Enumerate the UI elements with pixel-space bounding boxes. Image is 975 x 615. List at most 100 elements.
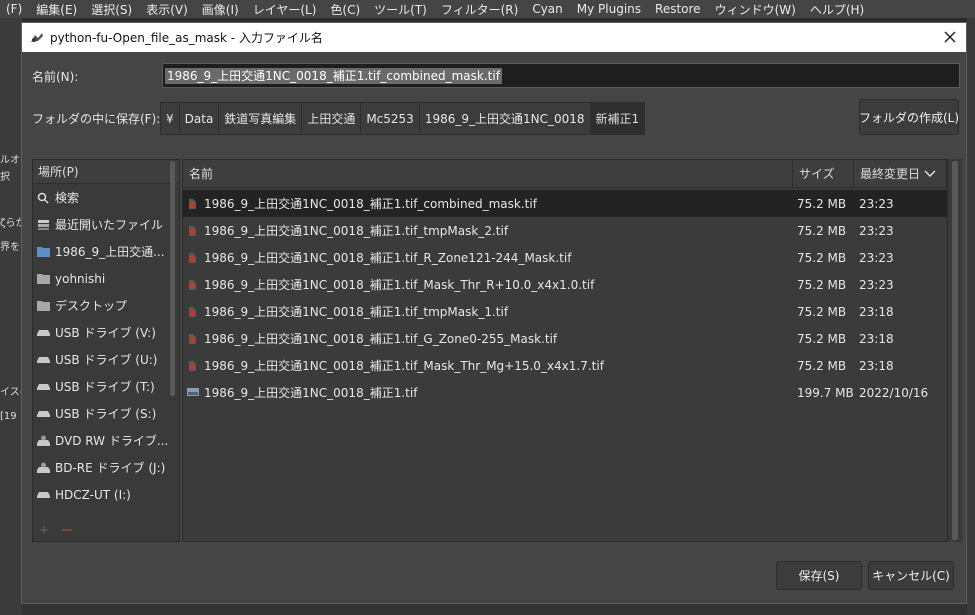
menu-item[interactable]: 表示(V): [146, 1, 188, 18]
file-row[interactable]: 1986_9_上田交通1NC_0018_補正1.tif_tmpMask_2.ti…: [183, 217, 947, 244]
place-item[interactable]: デスクトップ: [33, 292, 179, 319]
dialog-titlebar[interactable]: python-fu-Open_file_as_mask - 入力ファイル名: [22, 23, 966, 52]
menu-item[interactable]: 編集(E): [36, 1, 77, 18]
place-item[interactable]: BD-RE ドライブ (J:): [33, 454, 179, 481]
menubar: (F) 編集(E) 選択(S) 表示(V) 画像(I) レイヤー(L) 色(C) ツール(T)…: [0, 0, 975, 18]
mask-file-icon: [187, 225, 199, 237]
file-list-scrollbar[interactable]: [948, 159, 962, 542]
file-row[interactable]: 1986_9_上田交通1NC_0018_補正1.tif_G_Zone0-255_…: [183, 325, 947, 352]
breadcrumb-item[interactable]: 鉄道写真編集: [218, 102, 302, 135]
save-button[interactable]: 保存(S): [776, 561, 862, 590]
places-footer-icons: [40, 526, 72, 534]
background-toolbox: ルオブ 択 ζらか 界をに イスの [19: [0, 18, 30, 615]
gimp-icon: [31, 32, 43, 42]
place-item[interactable]: USB ドライブ (V:): [33, 319, 179, 346]
file-name-cell: 1986_9_上田交通1NC_0018_補正1.tif_R_Zone121-24…: [187, 244, 571, 271]
column-modified-label: 最終変更日: [860, 167, 921, 181]
file-row[interactable]: 1986_9_上田交通1NC_0018_補正1.tif_tmpMask_1.ti…: [183, 298, 947, 325]
menu-item[interactable]: ヘルプ(H): [810, 1, 864, 18]
file-size: 75.2 MB: [797, 358, 847, 373]
breadcrumb-item[interactable]: Mc5253: [360, 102, 419, 135]
breadcrumb-item[interactable]: ¥: [160, 102, 179, 135]
file-row[interactable]: 1986_9_上田交通1NC_0018_補正1.tif 199.7 MB 2022/…: [183, 379, 947, 406]
folder-icon: [36, 245, 50, 259]
recent-icon: [36, 218, 50, 232]
file-name: 1986_9_上田交通1NC_0018_補正1.tif_tmpMask_1.ti…: [204, 305, 509, 319]
menu-item[interactable]: ウィンドウ(W): [715, 1, 796, 18]
chevron-down-icon: [924, 169, 936, 177]
menu-item[interactable]: フィルター(R): [441, 1, 518, 18]
close-icon: [944, 31, 956, 43]
desktop-folder-icon: [36, 299, 50, 313]
breadcrumb-item[interactable]: 新補正1: [589, 102, 646, 135]
file-size: 75.2 MB: [797, 331, 847, 346]
file-name-cell: 1986_9_上田交通1NC_0018_補正1.tif_Mask_Thr_R+1…: [187, 271, 594, 298]
file-row[interactable]: 1986_9_上田交通1NC_0018_補正1.tif_Mask_Thr_Mg+…: [183, 352, 947, 379]
place-label: BD-RE ドライブ (J:): [55, 461, 166, 475]
column-modified[interactable]: 最終変更日: [854, 160, 947, 188]
file-name-cell: 1986_9_上田交通1NC_0018_補正1.tif_G_Zone0-255_…: [187, 325, 557, 352]
menu-item[interactable]: Restore: [655, 2, 701, 16]
file-scroll-thumb[interactable]: [952, 161, 958, 540]
cancel-button[interactable]: キャンセル(C): [868, 561, 954, 590]
mask-file-icon: [187, 333, 199, 345]
place-item[interactable]: 1986_9_上田交通...: [33, 238, 179, 265]
menu-item[interactable]: 選択(S): [91, 1, 132, 18]
file-name-cell: 1986_9_上田交通1NC_0018_補正1.tif: [187, 379, 417, 406]
file-row[interactable]: 1986_9_上田交通1NC_0018_補正1.tif_combined_mas…: [183, 190, 947, 217]
place-label: USB ドライブ (U:): [55, 353, 158, 367]
filename-input[interactable]: 1986_9_上田交通1NC_0018_補正1.tif_combined_mas…: [162, 63, 960, 88]
file-name: 1986_9_上田交通1NC_0018_補正1.tif_Mask_Thr_Mg+…: [204, 359, 604, 373]
menu-item[interactable]: 色(C): [330, 1, 360, 18]
menu-item[interactable]: 画像(I): [202, 1, 239, 18]
menu-item[interactable]: レイヤー(L): [253, 1, 317, 18]
file-name-cell: 1986_9_上田交通1NC_0018_補正1.tif_combined_mas…: [187, 190, 537, 217]
mask-file-icon: [187, 252, 199, 264]
breadcrumb: ¥ Data 鉄道写真編集 上田交通 Mc5253 1986_9_上田交通1NC_0018…: [160, 102, 646, 135]
menu-item[interactable]: (F): [6, 2, 22, 16]
menu-item[interactable]: ツール(T): [374, 1, 427, 18]
drive-icon: [36, 380, 50, 394]
place-item[interactable]: USB ドライブ (T:): [33, 373, 179, 400]
save-file-dialog: python-fu-Open_file_as_mask - 入力ファイル名 名前…: [21, 22, 967, 604]
place-item[interactable]: USB ドライブ (U:): [33, 346, 179, 373]
place-item[interactable]: USB ドライブ (S:): [33, 400, 179, 427]
drive-icon: [36, 488, 50, 502]
create-folder-button[interactable]: フォルダの作成(L): [859, 99, 959, 135]
column-size[interactable]: サイズ: [793, 160, 854, 188]
breadcrumb-item[interactable]: 上田交通: [301, 102, 361, 135]
file-row[interactable]: 1986_9_上田交通1NC_0018_補正1.tif_Mask_Thr_R+1…: [183, 271, 947, 298]
place-item[interactable]: 検索: [33, 184, 179, 211]
menu-item[interactable]: Cyan: [532, 2, 562, 16]
file-row[interactable]: 1986_9_上田交通1NC_0018_補正1.tif_R_Zone121-24…: [183, 244, 947, 271]
place-item[interactable]: HDCZ-UT (I:): [33, 481, 179, 508]
mask-file-icon: [187, 198, 199, 210]
place-label: デスクトップ: [55, 299, 128, 313]
breadcrumb-item[interactable]: Data: [178, 102, 219, 135]
file-size: 75.2 MB: [797, 223, 847, 238]
place-label: 最近開いたファイル: [55, 218, 164, 232]
breadcrumb-item[interactable]: 1986_9_上田交通1NC_0018: [418, 102, 590, 135]
file-size: 75.2 MB: [797, 196, 847, 211]
column-name[interactable]: 名前: [183, 160, 793, 188]
close-button[interactable]: [938, 25, 962, 49]
drive-icon: [36, 407, 50, 421]
file-modified: 23:18: [859, 358, 894, 373]
add-bookmark-icon: [40, 526, 48, 534]
optical-drive-icon: [36, 434, 50, 448]
place-item[interactable]: 最近開いたファイル: [33, 211, 179, 238]
places-header[interactable]: 場所(P): [33, 160, 179, 184]
file-modified: 23:23: [859, 250, 894, 265]
name-label: 名前(N):: [32, 70, 79, 84]
place-item[interactable]: yohnishi: [33, 265, 179, 292]
mask-file-icon: [187, 360, 199, 372]
place-label: HDCZ-UT (I:): [55, 487, 131, 502]
file-size: 199.7 MB: [797, 385, 854, 400]
place-item[interactable]: DVD RW ドライブ...: [33, 427, 179, 454]
file-name: 1986_9_上田交通1NC_0018_補正1.tif_Mask_Thr_R+1…: [204, 278, 595, 292]
menu-item[interactable]: My Plugins: [577, 2, 641, 16]
optical-drive-icon: [36, 461, 50, 475]
places-scrollbar[interactable]: [167, 159, 179, 399]
places-scroll-thumb[interactable]: [170, 161, 175, 396]
file-name: 1986_9_上田交通1NC_0018_補正1.tif_tmpMask_2.ti…: [204, 224, 509, 238]
